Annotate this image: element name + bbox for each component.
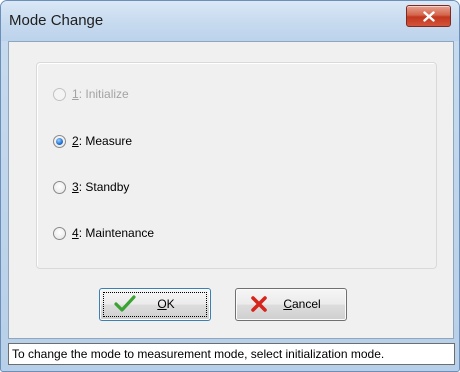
title-bar[interactable]: Mode Change [1, 1, 459, 41]
radio-button[interactable] [53, 134, 66, 148]
ok-label: OK [157, 297, 175, 311]
radio-button[interactable] [53, 226, 66, 240]
dialog-body: 1: Initialize 2: Measure 3: Standby 4: M… [8, 41, 454, 339]
radio-initialize: 1: Initialize [53, 87, 129, 101]
mode-group: 1: Initialize 2: Measure 3: Standby 4: M… [36, 62, 437, 269]
radio-maintenance[interactable]: 4: Maintenance [53, 226, 154, 240]
radio-label: 3: Standby [72, 180, 130, 194]
radio-standby[interactable]: 3: Standby [53, 180, 129, 194]
radio-button[interactable] [53, 180, 66, 194]
close-icon [422, 10, 435, 22]
radio-label: 2: Measure [72, 134, 133, 148]
radio-label: 4: Maintenance [72, 226, 155, 240]
radio-label: 1: Initialize [72, 87, 129, 101]
cancel-button[interactable]: Cancel [235, 288, 347, 321]
radio-button [53, 87, 66, 101]
close-button[interactable] [406, 5, 451, 27]
cancel-label: Cancel [283, 297, 321, 311]
dialog-title: Mode Change [9, 12, 104, 29]
status-bar: To change the mode to measurement mode, … [8, 343, 455, 365]
mode-change-dialog: Mode Change 1: Initialize 2: Measure 3: … [0, 0, 460, 372]
ok-button[interactable]: OK [99, 288, 211, 321]
radio-measure[interactable]: 2: Measure [53, 134, 132, 148]
